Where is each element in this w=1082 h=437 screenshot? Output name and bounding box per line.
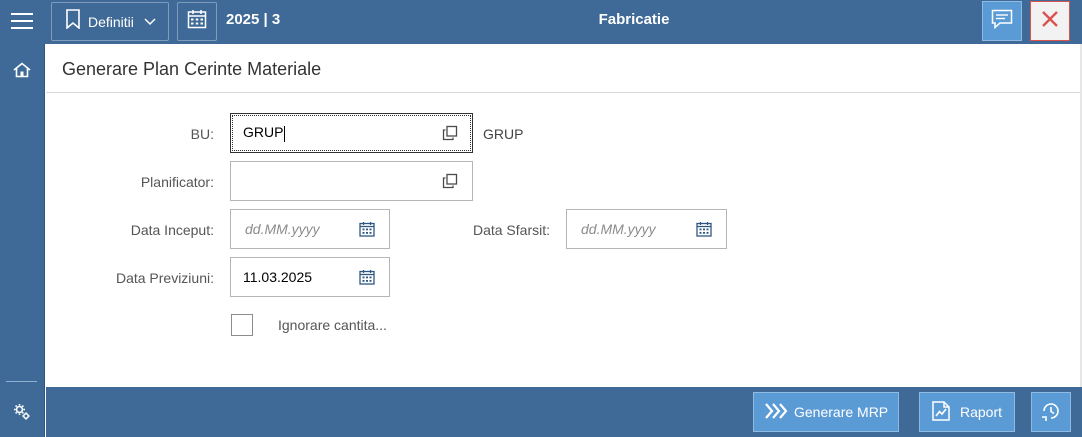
calendar-icon[interactable] xyxy=(355,217,379,241)
home-icon[interactable] xyxy=(9,59,35,81)
footer-toolbar: Generare MRP Raport xyxy=(46,387,1082,437)
data-inceput-label: Data Inceput: xyxy=(130,222,214,238)
chevron-down-icon xyxy=(144,13,156,31)
data-previziuni-label: Data Previziuni: xyxy=(115,270,214,286)
double-chevron-right-icon xyxy=(764,402,788,423)
cogs-icon[interactable] xyxy=(9,401,35,423)
history-button[interactable] xyxy=(1031,392,1071,432)
close-button[interactable] xyxy=(1030,1,1070,41)
report-label: Raport xyxy=(960,404,1003,420)
close-icon xyxy=(1041,10,1059,33)
ignorare-label: Ignorare cantita... xyxy=(278,317,387,333)
definitions-button[interactable]: Definitii xyxy=(51,2,169,41)
report-icon xyxy=(930,400,952,425)
calendar-icon[interactable] xyxy=(355,265,379,289)
ignorare-checkbox[interactable] xyxy=(231,314,253,336)
generate-mrp-button[interactable]: Generare MRP xyxy=(753,392,899,432)
data-inceput-placeholder: dd.MM.yyyy xyxy=(245,221,320,237)
value-help-icon[interactable] xyxy=(438,169,462,193)
period-calendar-button[interactable] xyxy=(177,2,217,41)
top-bar: Definitii 2025 | 3 Fabricatie xyxy=(0,0,1082,44)
history-icon xyxy=(1040,400,1062,425)
calendar-icon[interactable] xyxy=(692,217,716,241)
page-header: Generare Plan Cerinte Materiale xyxy=(46,44,1080,93)
generate-mrp-label: Generare MRP xyxy=(794,404,889,420)
definitions-label: Definitii xyxy=(88,13,134,30)
data-sfarsit-label: Data Sfarsit: xyxy=(472,222,550,238)
value-help-icon[interactable] xyxy=(438,121,462,145)
data-previziuni-value: 11.03.2025 xyxy=(243,269,313,285)
data-sfarsit-field[interactable]: dd.MM.yyyy xyxy=(566,209,727,249)
planificator-label: Planificator: xyxy=(140,174,214,190)
data-sfarsit-placeholder: dd.MM.yyyy xyxy=(581,221,656,237)
bu-label: BU: xyxy=(190,126,214,142)
comment-icon xyxy=(991,9,1013,34)
bookmark-icon xyxy=(66,9,80,34)
data-inceput-field[interactable]: dd.MM.yyyy xyxy=(230,209,390,249)
calendar-icon xyxy=(187,9,207,34)
sidebar-divider xyxy=(6,381,37,382)
bu-description: GRUP xyxy=(483,126,524,142)
messages-button[interactable] xyxy=(982,1,1022,41)
period-label: 2025 | 3 xyxy=(226,11,281,28)
bu-value: GRUP xyxy=(243,124,286,142)
hamburger-icon[interactable] xyxy=(6,6,38,36)
sidebar xyxy=(0,44,45,437)
data-previziuni-field[interactable]: 11.03.2025 xyxy=(230,257,390,297)
page-title: Generare Plan Cerinte Materiale xyxy=(62,59,322,79)
bu-field[interactable]: GRUP xyxy=(230,113,473,153)
planificator-field[interactable] xyxy=(230,161,473,201)
report-button[interactable]: Raport xyxy=(919,392,1015,432)
